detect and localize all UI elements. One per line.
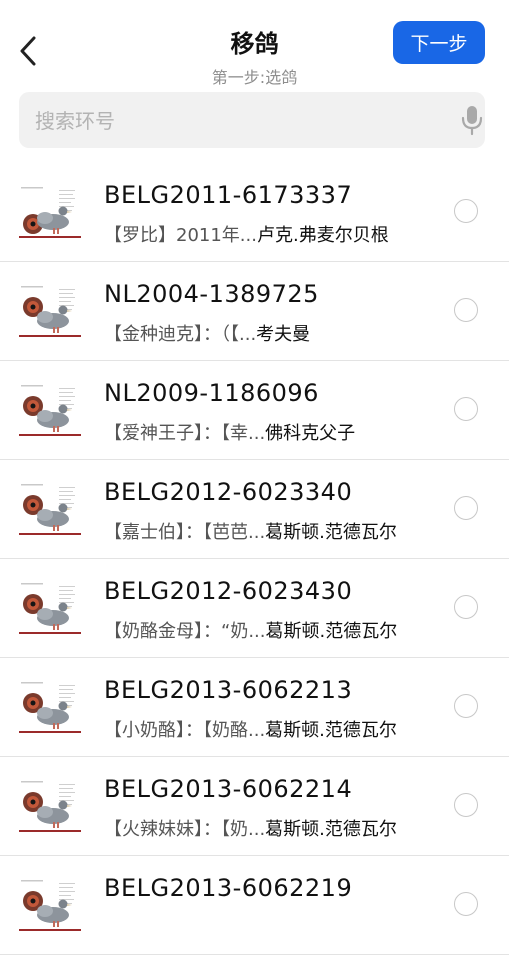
- page-subtitle: 第一步:选鸽: [211, 68, 298, 87]
- pigeon-description: 【奶酪金母】：“奶...葛斯顿.范德瓦尔: [104, 617, 434, 643]
- select-radio[interactable]: [454, 892, 478, 916]
- pigeon-owner: 葛斯顿.范德瓦尔: [265, 621, 398, 642]
- microphone-icon[interactable]: [456, 104, 488, 136]
- ring-number: BELG2011-6173337: [104, 181, 353, 209]
- pigeon-owner: 考夫曼: [256, 324, 311, 345]
- pigeon-owner: 葛斯顿.范德瓦尔: [265, 720, 397, 741]
- pigeon-description: 【嘉士伯】：【芭芭...葛斯顿.范德瓦尔: [104, 518, 434, 544]
- select-radio[interactable]: [454, 496, 478, 520]
- pigeon-thumbnail: [19, 778, 81, 834]
- pigeon-thumbnail: [19, 481, 81, 537]
- list-item[interactable]: NL2009-1186096 【爱神王子】：【幸...佛科克父子: [0, 361, 509, 460]
- ring-number: NL2009-1186096: [104, 379, 319, 407]
- select-radio[interactable]: [454, 793, 478, 817]
- ring-number: BELG2013-6062213: [104, 676, 353, 704]
- pigeon-description: 【火辣妹妹】：【奶...葛斯顿.范德瓦尔: [104, 815, 434, 841]
- pigeon-owner: 卢克.弗麦尔贝根: [256, 225, 389, 246]
- pigeon-description: 【小奶酪】：【奶酪...葛斯顿.范德瓦尔: [104, 716, 434, 742]
- search-bar: [19, 92, 488, 150]
- pigeon-thumbnail: [19, 184, 81, 240]
- list-item[interactable]: BELG2012-6023430 【奶酪金母】：“奶...葛斯顿.范德瓦尔: [0, 559, 509, 658]
- search-input[interactable]: [33, 92, 437, 150]
- next-step-button[interactable]: 下一步: [393, 21, 485, 64]
- pigeon-name-snippet: 【嘉士伯】：【芭芭...: [104, 522, 266, 543]
- ring-number: BELG2012-6023340: [104, 478, 353, 506]
- select-radio[interactable]: [454, 199, 478, 223]
- list-item[interactable]: BELG2013-6062214 【火辣妹妹】：【奶...葛斯顿.范德瓦尔: [0, 757, 509, 856]
- pigeon-thumbnail: [19, 877, 81, 933]
- ring-number: BELG2012-6023430: [104, 577, 353, 605]
- pigeon-name-snippet: 【小奶酪】：【奶酪...: [104, 720, 266, 741]
- pigeon-thumbnail: [19, 382, 81, 438]
- select-radio[interactable]: [454, 397, 478, 421]
- ring-number: NL2004-1389725: [104, 280, 319, 308]
- pigeon-name-snippet: 【奶酪金母】：“奶...: [104, 621, 266, 642]
- list-item[interactable]: BELG2012-6023340 【嘉士伯】：【芭芭...葛斯顿.范德瓦尔: [0, 460, 509, 559]
- list-item[interactable]: BELG2013-6062219: [0, 856, 509, 955]
- pigeon-name-snippet: 【金种迪克】：（【...: [104, 324, 257, 345]
- select-radio[interactable]: [454, 298, 478, 322]
- pigeon-thumbnail: [19, 679, 81, 735]
- ring-number: BELG2013-6062214: [104, 775, 353, 803]
- ring-number: BELG2013-6062219: [104, 874, 353, 902]
- select-radio[interactable]: [454, 595, 478, 619]
- pigeon-thumbnail: [19, 283, 81, 339]
- pigeon-description: 【罗比】2011年...卢克.弗麦尔贝根: [104, 221, 434, 247]
- pigeon-name-snippet: 【爱神王子】：【幸...: [104, 423, 266, 444]
- pigeon-owner: 佛科克父子: [265, 423, 356, 444]
- pigeon-description: 【爱神王子】：【幸...佛科克父子: [104, 419, 434, 445]
- select-radio[interactable]: [454, 694, 478, 718]
- list-item[interactable]: BELG2013-6062213 【小奶酪】：【奶酪...葛斯顿.范德瓦尔: [0, 658, 509, 757]
- pigeon-description: 【金种迪克】：（【...考夫曼: [104, 320, 434, 346]
- pigeon-list: BELG2011-6173337 【罗比】2011年...卢克.弗麦尔贝根 NL…: [0, 163, 509, 955]
- pigeon-name-snippet: 【罗比】2011年...: [104, 225, 257, 246]
- pigeon-owner: 葛斯顿.范德瓦尔: [265, 522, 397, 543]
- list-item[interactable]: NL2004-1389725 【金种迪克】：（【...考夫曼: [0, 262, 509, 361]
- pigeon-owner: 葛斯顿.范德瓦尔: [265, 819, 397, 840]
- pigeon-thumbnail: [19, 580, 81, 636]
- list-item[interactable]: BELG2011-6173337 【罗比】2011年...卢克.弗麦尔贝根: [0, 163, 509, 262]
- header: 移鸽 第一步:选鸽 下一步: [0, 0, 509, 90]
- pigeon-name-snippet: 【火辣妹妹】：【奶...: [104, 819, 266, 840]
